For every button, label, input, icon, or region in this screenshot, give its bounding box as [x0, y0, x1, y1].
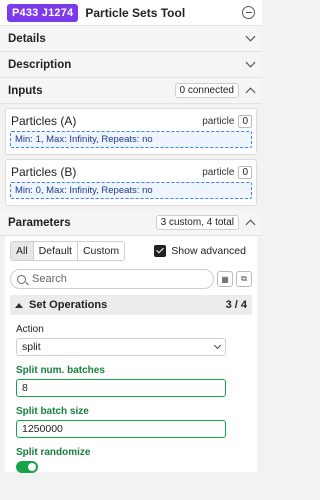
input-constraint[interactable]: Min: 1, Max: Infinity, Repeats: no [10, 131, 252, 148]
input-count-badge: 0 [238, 165, 252, 179]
chevron-down-icon [245, 57, 256, 68]
randomize-toggle[interactable] [16, 461, 38, 473]
search-icon [17, 274, 26, 284]
input-type: particle [202, 166, 235, 178]
input-name: Particles (A) [11, 114, 77, 128]
show-advanced-checkbox[interactable] [154, 245, 167, 257]
group-count: 3 / 4 [225, 299, 247, 311]
input-count-badge: 0 [238, 114, 252, 128]
randomize-label: Split randomize [16, 447, 91, 458]
section-label: Parameters [8, 216, 71, 229]
section-description[interactable]: Description [0, 52, 262, 78]
action-label: Action [16, 324, 44, 335]
input-type: particle [202, 115, 235, 127]
num-batches-input[interactable]: 8 [16, 379, 226, 397]
collapse-circle-icon[interactable] [242, 6, 255, 19]
section-label: Inputs [8, 84, 43, 97]
section-parameters[interactable]: Parameters 3 custom, 4 total [0, 210, 262, 236]
section-label: Description [8, 58, 72, 71]
tab-default[interactable]: Default [33, 242, 78, 260]
input-name: Particles (B) [11, 165, 77, 179]
parameters-panel: All Default Custom Show advanced Search … [5, 236, 257, 473]
param-filter-tabs: All Default Custom [10, 241, 126, 261]
action-select[interactable]: split [16, 338, 226, 356]
search-placeholder: Search [32, 273, 67, 285]
tab-all[interactable]: All [11, 242, 34, 260]
input-constraint[interactable]: Min: 0, Max: Infinity, Repeats: no [10, 182, 252, 199]
section-inputs[interactable]: Inputs 0 connected [0, 78, 262, 104]
show-advanced-label: Show advanced [171, 245, 246, 257]
params-status-badge: 3 custom, 4 total [155, 215, 239, 230]
node-title: Particle Sets Tool [85, 5, 186, 20]
tab-custom[interactable]: Custom [77, 242, 125, 260]
section-details[interactable]: Details [0, 26, 262, 52]
chevron-up-icon [245, 87, 256, 97]
collapse-triangle-icon [15, 302, 23, 308]
chevron-down-icon [213, 341, 222, 349]
param-search-input[interactable]: Search [10, 269, 214, 289]
input-slot-a[interactable]: Particles (A) particle 0 Min: 1, Max: In… [5, 108, 257, 155]
batch-size-input[interactable]: 1250000 [16, 420, 226, 438]
job-badge[interactable]: P433 J1274 [7, 3, 79, 22]
num-batches-label: Split num. batches [16, 365, 105, 376]
input-slot-b[interactable]: Particles (B) particle 0 Min: 0, Max: In… [5, 159, 257, 206]
node-header: P433 J1274 Particle Sets Tool [0, 0, 262, 26]
section-label: Details [8, 32, 46, 45]
group-set-operations[interactable]: Set Operations 3 / 4 [10, 295, 252, 315]
copy-icon[interactable]: ⧉ [236, 271, 252, 287]
chevron-up-icon [245, 219, 256, 229]
chevron-down-icon [245, 31, 256, 42]
group-title: Set Operations [29, 299, 108, 311]
save-preset-icon[interactable]: ▦ [217, 271, 233, 287]
action-value: split [22, 341, 41, 353]
inputs-status-badge: 0 connected [174, 83, 239, 98]
batch-size-label: Split batch size [16, 406, 89, 417]
